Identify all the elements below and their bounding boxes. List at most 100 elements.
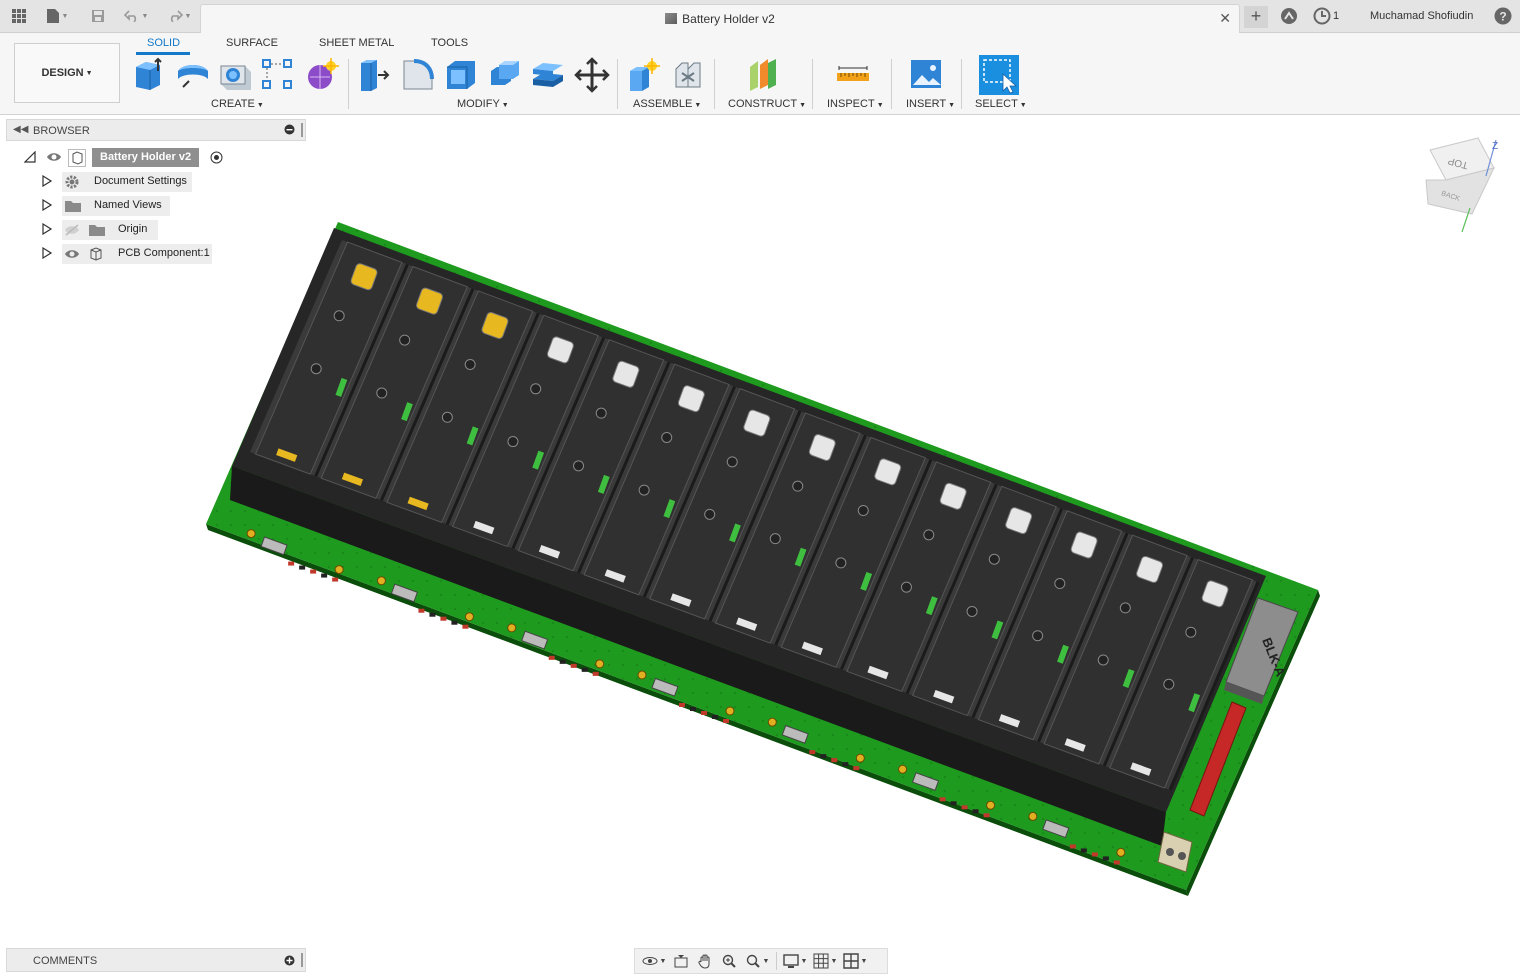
tab-sheet-metal[interactable]: SHEET METAL bbox=[319, 37, 394, 49]
insert-menu[interactable]: INSERT ▼ bbox=[906, 98, 955, 110]
tree-item-document-settings[interactable]: Document Settings bbox=[6, 172, 306, 192]
app-grid-icon[interactable] bbox=[9, 6, 29, 26]
add-comment-icon[interactable] bbox=[284, 955, 295, 969]
create-form-icon[interactable] bbox=[303, 57, 339, 93]
expand-triangle-icon[interactable] bbox=[42, 246, 54, 261]
assemble-label: ASSEMBLE bbox=[633, 98, 693, 110]
solder-pad bbox=[1116, 847, 1126, 857]
smd-part bbox=[548, 655, 555, 660]
window-select-icon[interactable] bbox=[979, 55, 1019, 95]
browser-minimize-icon[interactable] bbox=[284, 124, 295, 138]
tree-item-named-views[interactable]: Named Views bbox=[6, 196, 306, 216]
help-icon[interactable]: ? bbox=[1493, 6, 1513, 26]
expand-triangle-icon[interactable] bbox=[42, 222, 54, 237]
workspace-switcher-button[interactable]: DESIGN ▼ bbox=[14, 43, 120, 103]
expand-triangle-icon[interactable] bbox=[42, 174, 54, 189]
new-sketch-extrude-icon[interactable] bbox=[131, 57, 167, 93]
revolve-icon[interactable] bbox=[175, 57, 211, 93]
modify-label: MODIFY bbox=[457, 98, 500, 110]
activate-radio-icon[interactable] bbox=[210, 151, 223, 167]
shell-icon[interactable] bbox=[443, 57, 479, 93]
joint-icon[interactable] bbox=[670, 57, 706, 93]
measure-icon[interactable] bbox=[835, 57, 871, 93]
display-settings-icon[interactable]: ▼ bbox=[780, 950, 810, 972]
tree-item-pcb-component[interactable]: PCB Component:1 bbox=[6, 244, 306, 264]
close-tab-icon[interactable]: ✕ bbox=[1219, 10, 1231, 27]
tab-solid[interactable]: SOLID bbox=[147, 37, 180, 49]
new-component-icon[interactable] bbox=[626, 57, 662, 93]
ribbon-separator bbox=[812, 59, 813, 109]
ribbon-separator bbox=[617, 59, 618, 109]
construct-menu[interactable]: CONSTRUCT ▼ bbox=[728, 98, 806, 110]
combine-icon[interactable] bbox=[487, 57, 523, 93]
smd-part bbox=[820, 754, 827, 759]
expand-triangle-icon[interactable] bbox=[42, 198, 54, 213]
collapse-triangle-icon[interactable] bbox=[23, 150, 36, 165]
fit-icon[interactable]: ▼ bbox=[741, 950, 773, 972]
pcb-board[interactable]: BLK-A bbox=[206, 222, 1320, 896]
tab-tools[interactable]: TOOLS bbox=[431, 37, 468, 49]
document-tab[interactable]: Battery Holder v2 ✕ bbox=[200, 4, 1240, 33]
file-menu-icon[interactable]: ▼ bbox=[42, 6, 72, 26]
extensions-icon[interactable] bbox=[1279, 6, 1299, 26]
insert-label: INSERT bbox=[906, 98, 947, 110]
document-component-icon bbox=[68, 149, 86, 167]
screw-hole bbox=[573, 460, 585, 472]
fillet-icon[interactable] bbox=[400, 57, 436, 93]
job-status-icon[interactable] bbox=[1312, 6, 1332, 26]
comments-panel[interactable]: COMMENTS bbox=[6, 948, 306, 972]
offset-plane-icon[interactable] bbox=[746, 57, 782, 93]
browser-resize-handle[interactable] bbox=[301, 123, 303, 137]
press-pull-icon[interactable] bbox=[356, 57, 392, 93]
undo-icon[interactable]: ▼ bbox=[120, 6, 152, 26]
screw-hole bbox=[376, 387, 388, 399]
assemble-menu[interactable]: ASSEMBLE ▼ bbox=[633, 98, 701, 110]
viewports-icon[interactable]: ▼ bbox=[840, 950, 870, 972]
inspect-menu[interactable]: INSPECT ▼ bbox=[827, 98, 884, 110]
zoom-icon[interactable] bbox=[717, 950, 741, 972]
grid-settings-icon[interactable]: ▼ bbox=[810, 950, 840, 972]
create-menu[interactable]: CREATE ▼ bbox=[211, 98, 264, 110]
user-account[interactable]: Muchamad Shofiudin bbox=[1370, 10, 1473, 22]
hidden-eye-icon[interactable] bbox=[64, 224, 80, 239]
comments-resize-handle[interactable] bbox=[301, 953, 303, 967]
smd-part bbox=[310, 569, 317, 574]
screw-hole bbox=[1054, 578, 1066, 590]
collapse-panel-icon[interactable]: ◀◀ bbox=[13, 124, 28, 135]
smd-part bbox=[983, 813, 990, 818]
tree-item-origin[interactable]: Origin bbox=[6, 220, 306, 240]
smd-part bbox=[288, 561, 295, 566]
inspect-label: INSPECT bbox=[827, 98, 875, 110]
new-tab-button[interactable]: + bbox=[1244, 6, 1268, 28]
redo-icon[interactable]: ▼ bbox=[163, 6, 195, 26]
smd-part bbox=[950, 801, 957, 806]
screw-hole bbox=[900, 581, 912, 593]
smd-part bbox=[462, 624, 469, 629]
visibility-eye-icon[interactable] bbox=[64, 248, 80, 263]
viewcube[interactable]: TOP BACK Z bbox=[1425, 137, 1498, 233]
orbit-icon[interactable]: ▼ bbox=[639, 950, 669, 972]
smd-part bbox=[701, 711, 707, 715]
smd-part bbox=[853, 766, 860, 771]
hole-icon[interactable] bbox=[218, 57, 254, 93]
insert-image-icon[interactable] bbox=[909, 57, 945, 93]
screw-hole bbox=[507, 436, 519, 448]
visibility-eye-icon[interactable] bbox=[46, 151, 62, 166]
move-copy-icon[interactable] bbox=[574, 57, 610, 93]
root-component-label[interactable]: Battery Holder v2 bbox=[92, 148, 200, 167]
screw-hole bbox=[441, 411, 453, 423]
component-icon bbox=[88, 246, 104, 265]
tree-root-row[interactable]: Battery Holder v2 bbox=[6, 148, 306, 168]
look-at-icon[interactable] bbox=[669, 950, 693, 972]
tab-surface[interactable]: SURFACE bbox=[226, 37, 278, 49]
smd-part bbox=[961, 805, 968, 810]
save-icon[interactable] bbox=[88, 6, 108, 26]
svg-text:?: ? bbox=[1499, 10, 1506, 24]
modify-menu[interactable]: MODIFY ▼ bbox=[457, 98, 509, 110]
smd-part bbox=[1113, 860, 1120, 865]
offset-face-icon[interactable] bbox=[530, 57, 566, 93]
select-menu[interactable]: SELECT ▼ bbox=[975, 98, 1027, 110]
pan-icon[interactable] bbox=[693, 950, 717, 972]
rectangular-pattern-icon[interactable] bbox=[260, 57, 296, 93]
tree-item-label: Document Settings bbox=[94, 175, 187, 187]
